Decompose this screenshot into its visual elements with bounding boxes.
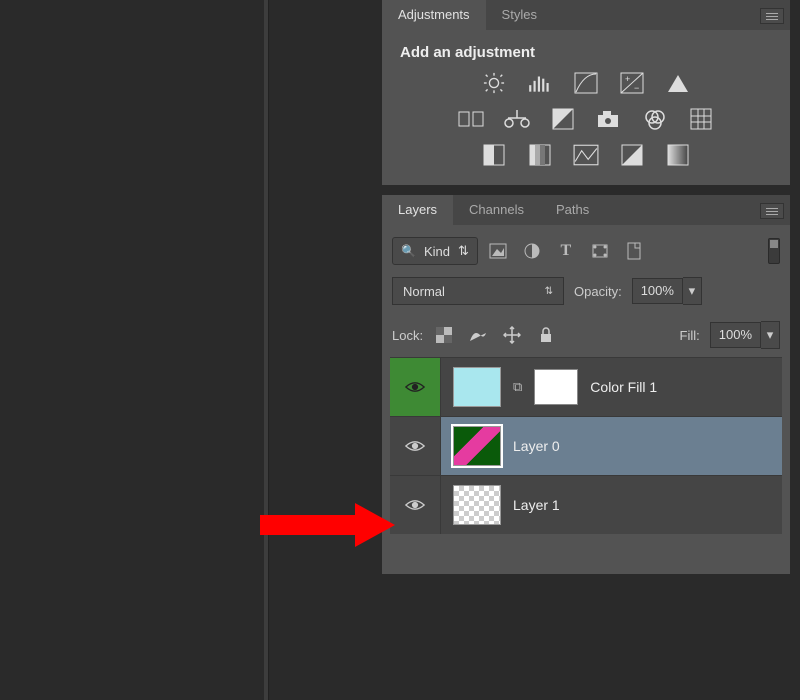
- curves-icon[interactable]: [572, 71, 600, 95]
- tab-paths[interactable]: Paths: [540, 195, 605, 225]
- exposure-icon[interactable]: +−: [618, 71, 646, 95]
- layer-mask-thumbnail[interactable]: [534, 369, 578, 405]
- adjustments-title: Add an adjustment: [400, 44, 776, 61]
- lock-label: Lock:: [392, 328, 423, 343]
- annotation-arrow: [260, 495, 400, 558]
- layers-tabs: Layers Channels Paths: [382, 195, 790, 225]
- color-balance-icon[interactable]: [503, 107, 531, 131]
- tab-adjustments[interactable]: Adjustments: [382, 0, 486, 30]
- opacity-label: Opacity:: [574, 284, 622, 299]
- lock-transparency-icon[interactable]: [433, 325, 455, 345]
- selective-color-icon[interactable]: [618, 143, 646, 167]
- svg-text:+: +: [625, 74, 630, 84]
- layer-row[interactable]: Layer 0: [390, 416, 782, 475]
- layer-thumbnail[interactable]: [453, 367, 501, 407]
- svg-text:−: −: [634, 83, 639, 93]
- fill-input[interactable]: 100% ▾: [710, 321, 780, 349]
- opacity-value: 100%: [632, 278, 683, 304]
- color-lookup-icon[interactable]: [687, 107, 715, 131]
- channel-mixer-icon[interactable]: [641, 107, 669, 131]
- link-icon[interactable]: ⧉: [513, 379, 522, 395]
- search-icon: 🔍: [401, 244, 416, 258]
- layer-filter-kind-select[interactable]: 🔍 Kind ⇅: [392, 237, 478, 265]
- layer-name[interactable]: Layer 1: [513, 497, 560, 513]
- filter-shape-icon[interactable]: [590, 241, 610, 261]
- blend-mode-select[interactable]: Normal ⇅: [392, 277, 564, 305]
- lock-image-icon[interactable]: [467, 325, 489, 345]
- blend-mode-value: Normal: [403, 284, 445, 299]
- visibility-toggle[interactable]: [390, 417, 441, 475]
- filter-toggle-switch[interactable]: [768, 238, 780, 264]
- filter-smartobject-icon[interactable]: [624, 241, 644, 261]
- tab-styles[interactable]: Styles: [486, 0, 553, 30]
- panel-flyout-menu[interactable]: [760, 8, 784, 24]
- chevron-updown-icon: ⇅: [545, 286, 553, 297]
- hue-saturation-icon[interactable]: [457, 107, 485, 131]
- fill-value: 100%: [710, 322, 761, 348]
- canvas-edge: [264, 0, 269, 700]
- layer-name[interactable]: Layer 0: [513, 438, 560, 454]
- layers-panel: Layers Channels Paths 🔍 Kind ⇅ T: [382, 195, 790, 574]
- lock-position-icon[interactable]: [501, 325, 523, 345]
- chevron-down-icon[interactable]: ▾: [683, 277, 702, 305]
- black-white-icon[interactable]: [549, 107, 577, 131]
- lock-all-icon[interactable]: [535, 325, 557, 345]
- tab-channels[interactable]: Channels: [453, 195, 540, 225]
- opacity-input[interactable]: 100% ▾: [632, 277, 702, 305]
- chevron-updown-icon: ⇅: [458, 243, 469, 259]
- layer-name[interactable]: Color Fill 1: [590, 379, 657, 395]
- levels-icon[interactable]: [526, 71, 554, 95]
- filter-pixel-icon[interactable]: [488, 241, 508, 261]
- adjustments-tabs: Adjustments Styles: [382, 0, 790, 30]
- filter-adjustment-icon[interactable]: [522, 241, 542, 261]
- posterize-icon[interactable]: [526, 143, 554, 167]
- layer-row[interactable]: Layer 1: [390, 475, 782, 534]
- filter-type-icon[interactable]: T: [556, 241, 576, 261]
- layer-row[interactable]: ⧉ Color Fill 1: [390, 357, 782, 416]
- panel-flyout-menu[interactable]: [760, 203, 784, 219]
- chevron-down-icon[interactable]: ▾: [761, 321, 780, 349]
- visibility-toggle[interactable]: [390, 476, 441, 534]
- tab-layers[interactable]: Layers: [382, 195, 453, 225]
- visibility-toggle[interactable]: [390, 358, 441, 416]
- layer-list: ⧉ Color Fill 1 Layer 0: [390, 357, 782, 534]
- layer-thumbnail[interactable]: [453, 426, 501, 466]
- layer-thumbnail[interactable]: [453, 485, 501, 525]
- brightness-contrast-icon[interactable]: [480, 71, 508, 95]
- gradient-map-icon[interactable]: [664, 143, 692, 167]
- fill-label: Fill:: [680, 328, 700, 343]
- photo-filter-icon[interactable]: [595, 107, 623, 131]
- kind-label: Kind: [424, 244, 450, 259]
- vibrance-icon[interactable]: [664, 71, 692, 95]
- invert-icon[interactable]: [480, 143, 508, 167]
- adjustments-panel: Adjustments Styles Add an adjustment: [382, 0, 790, 185]
- threshold-icon[interactable]: [572, 143, 600, 167]
